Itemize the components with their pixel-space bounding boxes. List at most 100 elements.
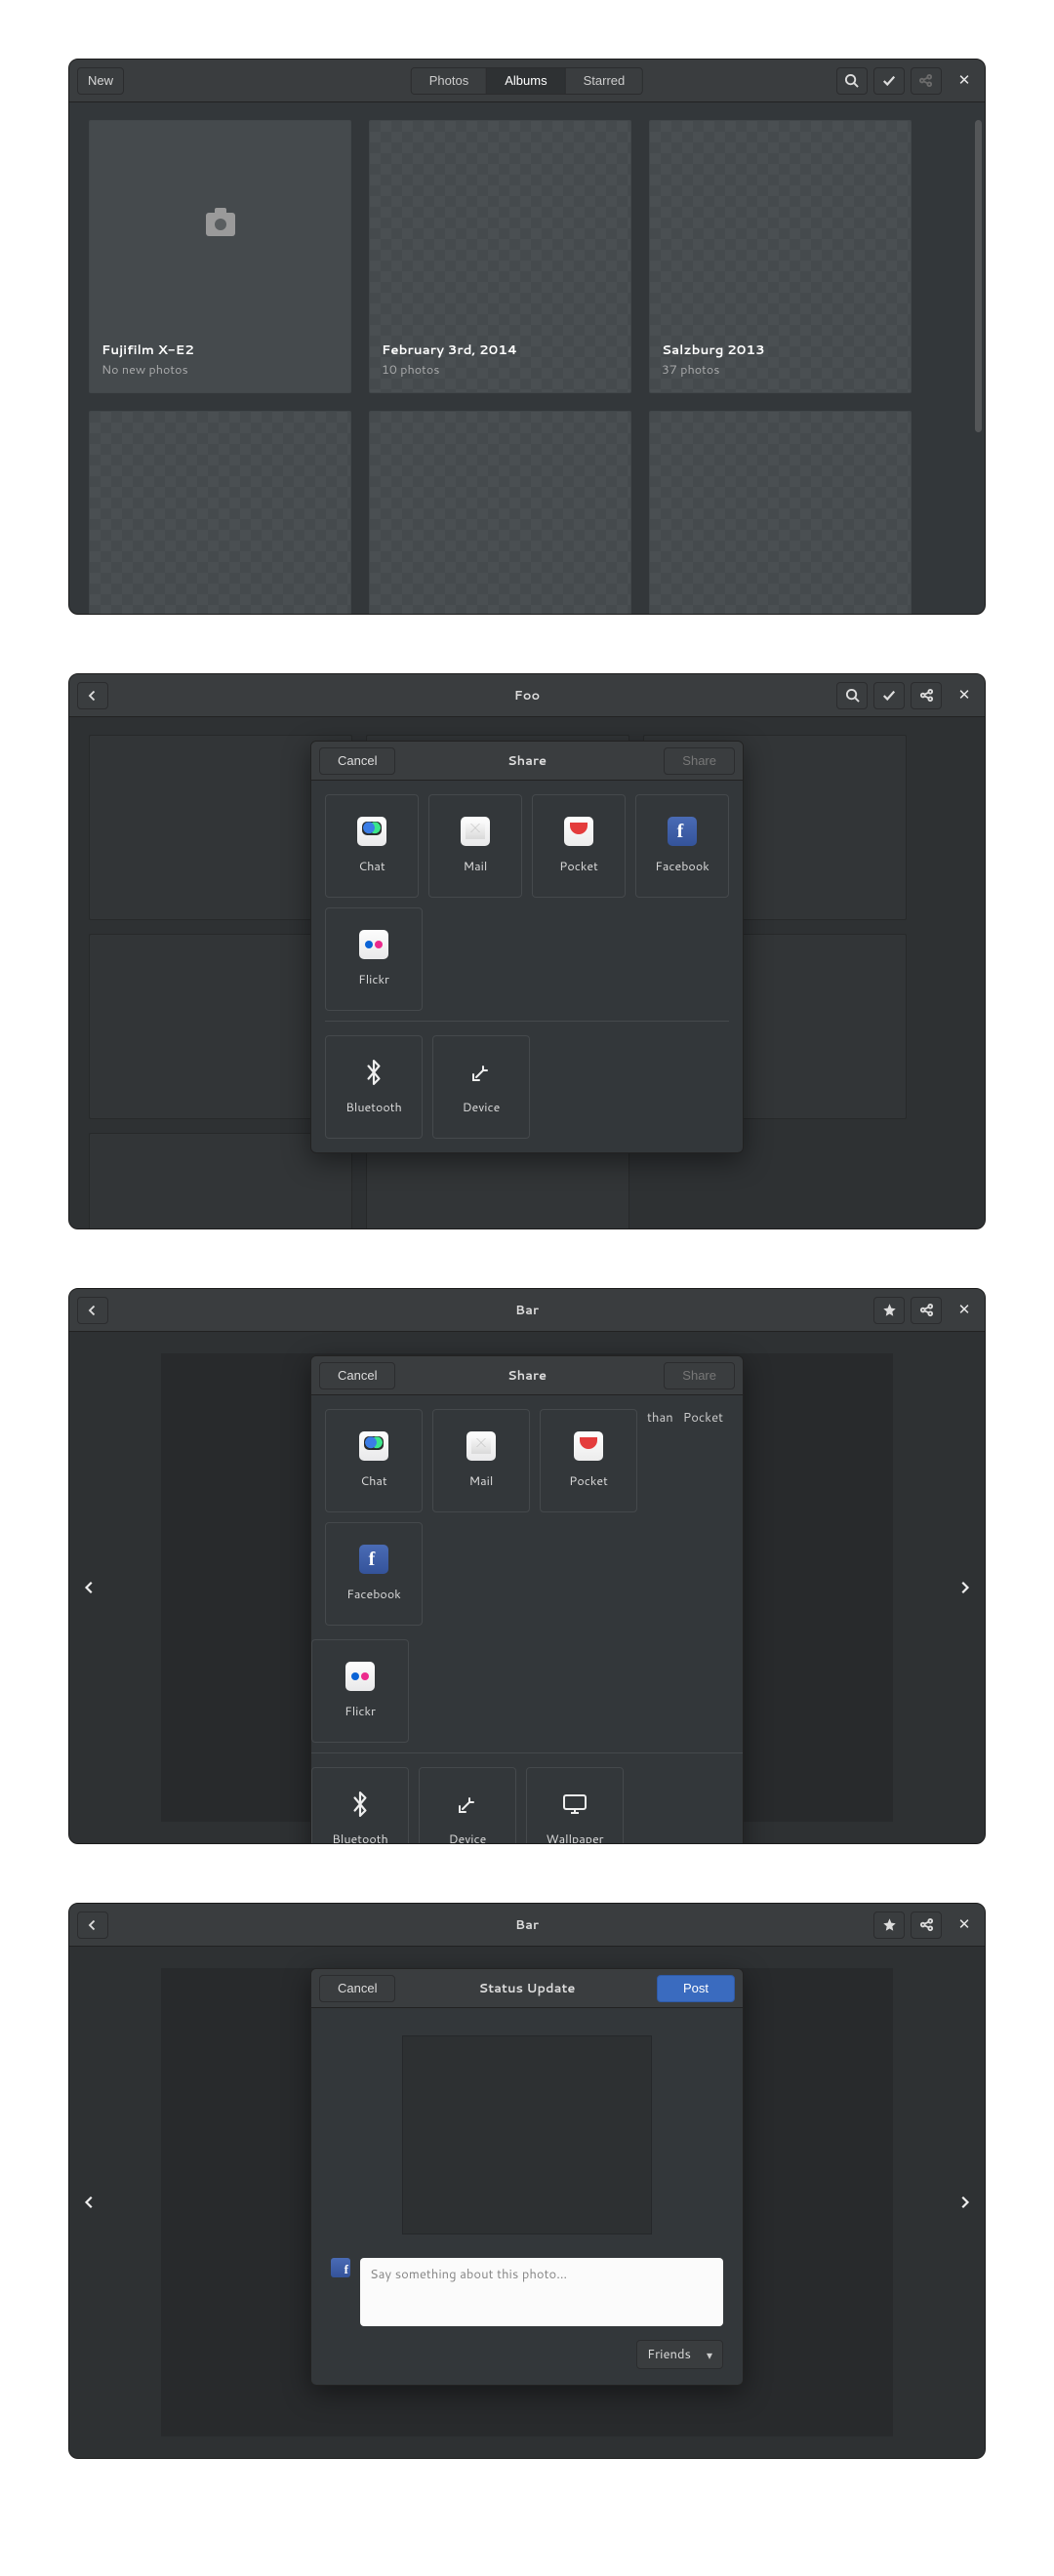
- search-button[interactable]: [836, 67, 868, 95]
- album-tile[interactable]: February 3rd, 2014 10 photos: [369, 120, 631, 393]
- share-target-label: Device: [463, 1099, 501, 1116]
- window-close[interactable]: ✕: [952, 682, 977, 707]
- share-target-label: Mail: [469, 1472, 494, 1490]
- header-bar: New Photos Albums Starred ✕: [69, 60, 985, 102]
- album-tile[interactable]: [369, 411, 631, 614]
- cancel-button[interactable]: Cancel: [319, 1362, 395, 1389]
- scrollbar[interactable]: [975, 120, 982, 432]
- tab-starred[interactable]: Starred: [566, 68, 643, 94]
- share-target-label: Facebook: [655, 858, 709, 875]
- share-target-chat[interactable]: Chat: [325, 794, 419, 898]
- window-title: Bar: [69, 1289, 985, 1332]
- content: Cancel Status Update Post f Say somethin…: [69, 1947, 985, 2458]
- share-target-mail[interactable]: Mail: [432, 1409, 530, 1512]
- share-action-button[interactable]: Share: [664, 1362, 735, 1389]
- share-target-label: Device: [449, 1831, 487, 1844]
- share-target-flickr[interactable]: Flickr: [311, 1639, 409, 1743]
- tab-albums[interactable]: Albums: [487, 68, 565, 94]
- share-target-mail[interactable]: Mail: [428, 794, 522, 898]
- star-button[interactable]: [873, 1912, 905, 1939]
- window-foo: Foo ✕ Cancel: [68, 673, 986, 1229]
- share-target-pocket[interactable]: Pocket: [540, 1409, 637, 1512]
- dialog-body: Chat Mail Pocket fFacebook Flickr Blueto…: [311, 781, 743, 1152]
- prev-button[interactable]: [75, 2188, 104, 2217]
- share-action-button[interactable]: Share: [664, 747, 735, 775]
- chevron-down-icon: ▾: [707, 2347, 712, 2363]
- chevron-left-icon: [87, 1919, 99, 1931]
- album-tile[interactable]: [89, 411, 351, 614]
- content: Cancel Share Share Chat Mail Pocket fFac…: [69, 717, 985, 1228]
- next-button[interactable]: [950, 1573, 979, 1602]
- post-button[interactable]: Post: [657, 1975, 735, 2002]
- divider: [325, 1021, 729, 1022]
- share-target-flickr[interactable]: Flickr: [325, 907, 423, 1011]
- star-button[interactable]: [873, 1297, 905, 1324]
- next-button[interactable]: [950, 2188, 979, 2217]
- chevron-left-icon: [83, 1581, 97, 1594]
- chevron-left-icon: [87, 1305, 99, 1316]
- tab-photos[interactable]: Photos: [412, 68, 487, 94]
- share-target-bluetooth[interactable]: Bluetooth: [311, 1767, 409, 1844]
- back-button[interactable]: [77, 1912, 108, 1939]
- chevron-right-icon: [957, 2195, 971, 2209]
- share-target-facebook[interactable]: fFacebook: [325, 1522, 423, 1626]
- window-close[interactable]: ✕: [952, 67, 977, 93]
- pocket-icon: [564, 817, 593, 846]
- share-target-device[interactable]: Device: [432, 1035, 530, 1139]
- window-albums: New Photos Albums Starred ✕: [68, 59, 986, 615]
- album-tile[interactable]: [649, 411, 912, 614]
- window-close[interactable]: ✕: [952, 1297, 977, 1322]
- share-target-label: Pocket: [559, 858, 598, 875]
- share-icon: [919, 1303, 934, 1317]
- share-target-facebook[interactable]: fFacebook: [635, 794, 729, 898]
- share-target-pocket[interactable]: Pocket: [532, 794, 626, 898]
- star-icon: [882, 1303, 897, 1317]
- new-button[interactable]: New: [77, 67, 124, 95]
- cancel-button[interactable]: Cancel: [319, 1975, 395, 2002]
- wallpaper-icon: [560, 1790, 589, 1819]
- mail-icon: [461, 817, 490, 846]
- share-button[interactable]: [911, 1912, 942, 1939]
- albums-viewport: Fujifilm X-E2 No new photos February 3rd…: [69, 102, 985, 614]
- search-button[interactable]: [836, 682, 868, 709]
- share-button[interactable]: [911, 682, 942, 709]
- check-icon: [882, 689, 896, 703]
- album-tile[interactable]: Fujifilm X-E2 No new photos: [89, 120, 351, 393]
- share-target-bluetooth[interactable]: Bluetooth: [325, 1035, 423, 1139]
- content: Cancel Share Share Chat Mail Pocketthan …: [69, 1332, 985, 1843]
- albums-grid: Fujifilm X-E2 No new photos February 3rd…: [89, 120, 965, 614]
- audience-combo[interactable]: Friends ▾: [636, 2340, 723, 2369]
- dialog-header: Cancel Status Update Post: [311, 1969, 743, 2008]
- share-target-label: Bluetooth: [332, 1831, 388, 1844]
- album-title: Salzburg 2013: [662, 341, 899, 359]
- share-target-wallpaper[interactable]: Wallpaper: [526, 1767, 624, 1844]
- back-button[interactable]: [77, 682, 108, 709]
- window-close[interactable]: ✕: [952, 1912, 977, 1937]
- dialog-header: Cancel Share Share: [311, 742, 743, 781]
- share-button[interactable]: [911, 1297, 942, 1324]
- select-button[interactable]: [873, 682, 905, 709]
- status-input[interactable]: Say something about this photo…: [360, 2258, 723, 2326]
- album-title: Fujifilm X-E2: [101, 341, 339, 359]
- camera-icon: [206, 213, 235, 236]
- cancel-button[interactable]: Cancel: [319, 747, 395, 775]
- chat-icon: [357, 817, 386, 846]
- share-target-label: Pocket: [569, 1472, 608, 1490]
- share-target-label: Chat: [360, 1472, 386, 1490]
- album-tile[interactable]: Salzburg 2013 37 photos: [649, 120, 912, 393]
- prev-button[interactable]: [75, 1573, 104, 1602]
- share-icon: [918, 73, 933, 88]
- album-subtitle: 10 photos: [382, 361, 619, 379]
- share-target-chat[interactable]: Chat: [325, 1409, 423, 1512]
- bluetooth-icon: [359, 1058, 388, 1087]
- header-bar: Bar ✕: [69, 1289, 985, 1332]
- mail-icon: [466, 1431, 496, 1461]
- device-icon: [453, 1790, 482, 1819]
- share-target-device[interactable]: Device: [419, 1767, 516, 1844]
- select-button[interactable]: [873, 67, 905, 95]
- share-dialog: Cancel Share Share Chat Mail Pocket fFac…: [310, 741, 744, 1153]
- back-button[interactable]: [77, 1297, 108, 1324]
- dialog-header: Cancel Share Share: [311, 1356, 743, 1395]
- check-icon: [882, 74, 896, 88]
- dialog-body: f Say something about this photo… Friend…: [311, 2008, 743, 2385]
